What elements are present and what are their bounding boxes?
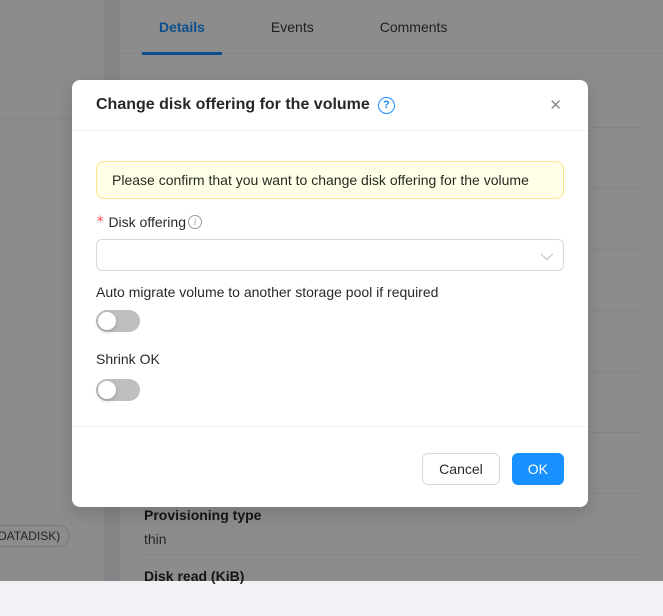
change-disk-offering-dialog: Change disk offering for the volume ? ✕ … — [72, 80, 588, 507]
toggle-knob — [98, 312, 116, 330]
cancel-button[interactable]: Cancel — [422, 453, 500, 485]
info-circle-icon[interactable]: i — [188, 215, 202, 229]
disk-offering-select[interactable] — [96, 239, 564, 271]
auto-migrate-label: Auto migrate volume to another storage p… — [96, 281, 564, 303]
shrink-ok-toggle[interactable] — [96, 379, 140, 401]
ok-button[interactable]: OK — [512, 453, 564, 485]
dialog-header: Change disk offering for the volume ? ✕ — [72, 80, 588, 131]
confirm-alert: Please confirm that you want to change d… — [96, 161, 564, 199]
dialog-footer: Cancel OK — [72, 426, 588, 507]
dialog-title: Change disk offering for the volume — [96, 94, 370, 116]
chevron-down-icon — [541, 248, 554, 261]
dialog-body: Please confirm that you want to change d… — [72, 131, 588, 401]
shrink-ok-label: Shrink OK — [96, 348, 564, 370]
close-icon[interactable]: ✕ — [547, 96, 564, 115]
toggle-knob — [98, 381, 116, 399]
question-circle-icon[interactable]: ? — [378, 97, 395, 114]
disk-offering-label: Disk offering — [108, 211, 186, 233]
disk-offering-label-row: * Disk offering i — [96, 211, 564, 233]
auto-migrate-toggle[interactable] — [96, 310, 140, 332]
required-marker: * — [96, 211, 104, 233]
